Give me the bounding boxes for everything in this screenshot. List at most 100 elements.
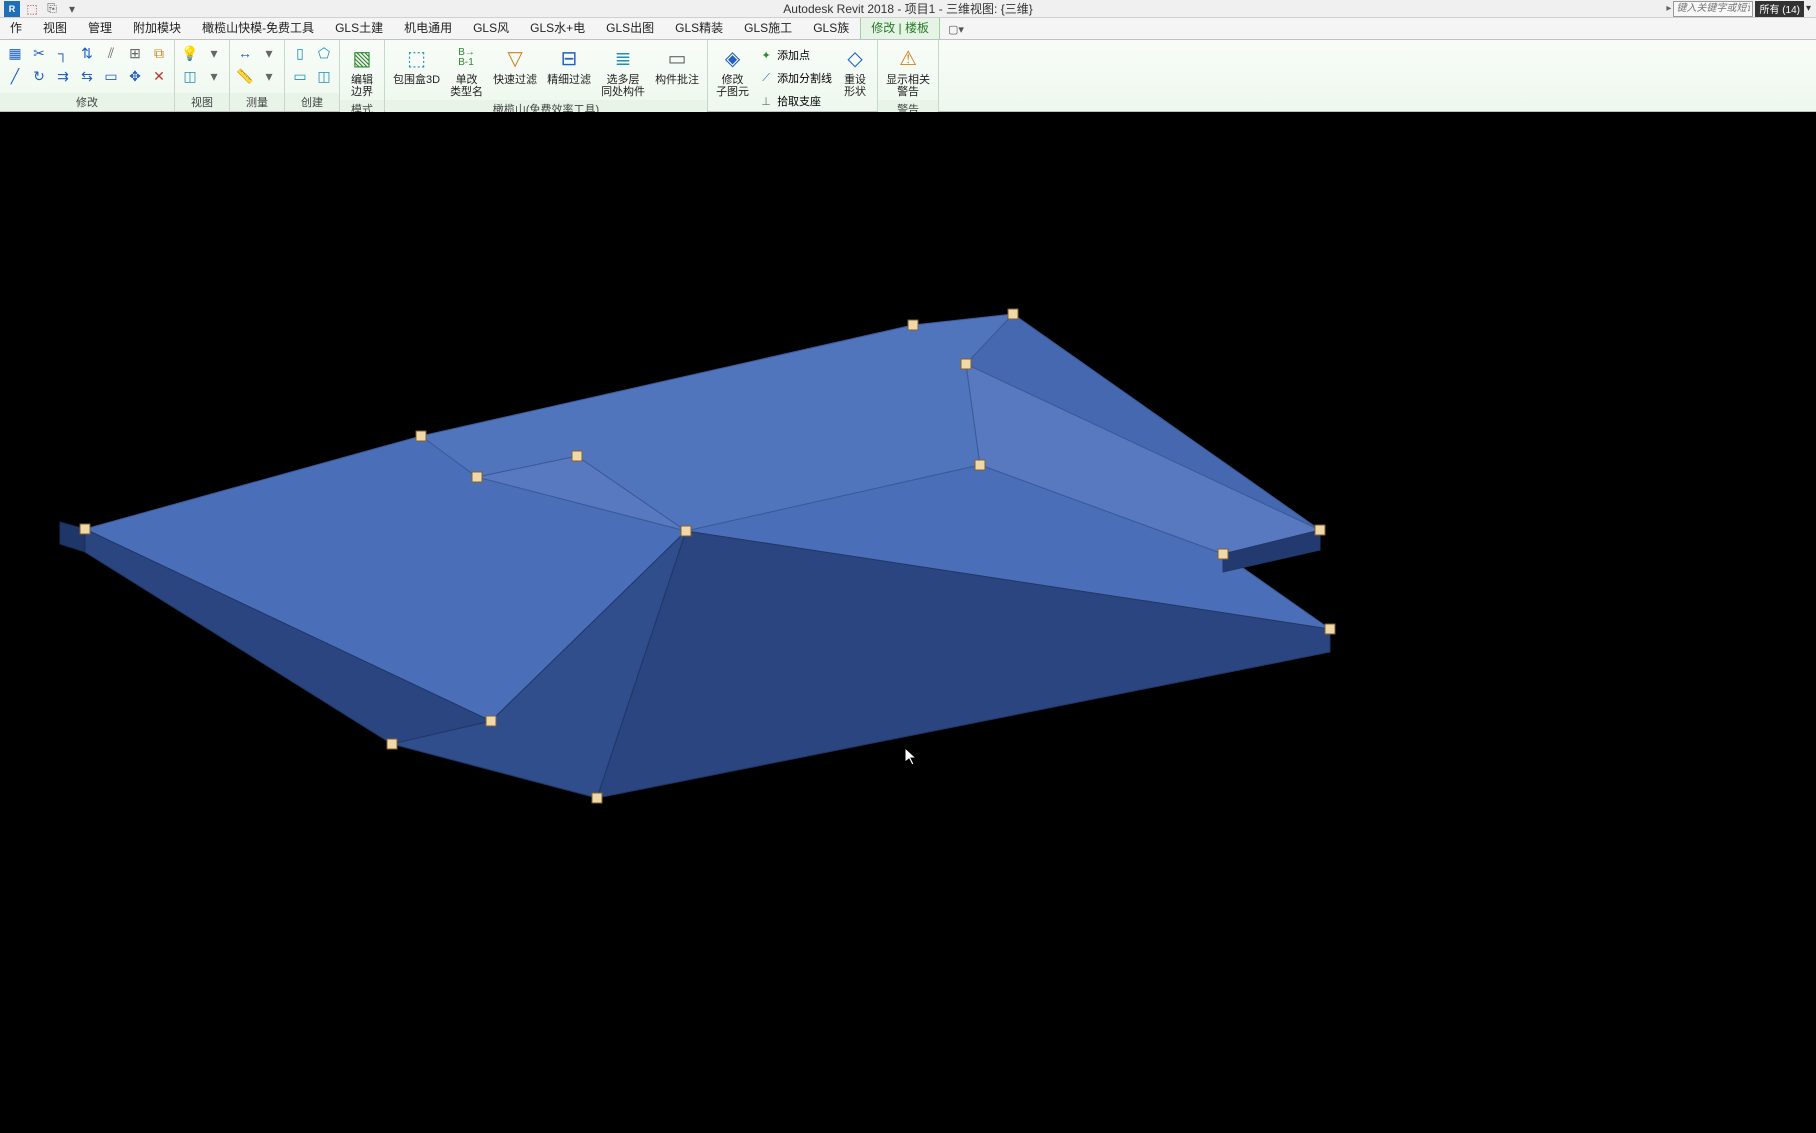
pick-support-button[interactable]: ⊥ 拾取支座 (755, 90, 835, 112)
3d-viewport[interactable] (0, 112, 1816, 1133)
view-bulb-icon[interactable]: 💡 (179, 42, 201, 64)
tab-modify-floor[interactable]: 修改 | 楼板 (860, 15, 940, 39)
tab-gls-hvac[interactable]: GLS风 (463, 16, 520, 39)
tool-hatch-icon[interactable]: ▦ (4, 42, 26, 64)
add-split-button[interactable]: ⟋ 添加分割线 (755, 67, 835, 89)
vertex-handle[interactable] (80, 524, 90, 534)
multi-layer-button[interactable]: ≣ 选多层 同处构件 (597, 42, 649, 100)
measure-dim-icon[interactable]: ↔ (234, 42, 256, 64)
tool-mirror1-icon[interactable]: ⇅ (76, 42, 98, 64)
tool-offset-icon[interactable]: ⇉ (52, 65, 74, 87)
bbox3d-button[interactable]: ⬚ 包围盒3D (389, 42, 444, 88)
filter-badge[interactable]: 所有 (14) (1755, 1, 1804, 17)
vertex-handle[interactable] (387, 739, 397, 749)
vertex-handle[interactable] (1218, 549, 1228, 559)
titlebar-right: ▸ 所有 (14) ▾ (1666, 1, 1816, 17)
vertex-handle[interactable] (486, 716, 496, 726)
add-point-label: 添加点 (777, 47, 810, 63)
reset-shape-button[interactable]: ◇ 重设 形状 (837, 42, 873, 100)
fine-filter-icon: ⊟ (555, 44, 583, 72)
tab-gls-civil[interactable]: GLS土建 (325, 16, 394, 39)
vertex-handle[interactable] (681, 526, 691, 536)
tab-ganlanshan[interactable]: 橄榄山快模-免费工具 (192, 16, 325, 39)
window-title: Autodesk Revit 2018 - 项目1 - 三维视图: {三维} (783, 0, 1032, 17)
multi-layer-label: 选多层 同处构件 (601, 74, 645, 98)
edit-sub-label: 修改 子图元 (716, 74, 749, 98)
edit-boundary-icon: ▧ (348, 44, 376, 72)
measure-d1-icon[interactable]: ▾ (258, 42, 280, 64)
measure-d2-icon[interactable]: ▾ (258, 65, 280, 87)
tab-gls-plumbing[interactable]: GLS水+电 (520, 16, 596, 39)
tool-delete-icon[interactable]: ✕ (148, 65, 170, 87)
tab-addins[interactable]: 附加模块 (123, 16, 192, 39)
edit-boundary-button[interactable]: ▧ 编辑 边界 (344, 42, 380, 100)
view-cube-icon[interactable]: ◫ (179, 65, 201, 87)
add-split-icon: ⟋ (758, 70, 774, 86)
revit-logo-icon[interactable]: R (4, 1, 20, 17)
titlebar: R ⬚ ⎘ ▾ Autodesk Revit 2018 - 项目1 - 三维视图… (0, 0, 1816, 18)
ribbon-group-ganlanshan: ⬚ 包围盒3D B→B-1 单改 类型名 ▽ 快速过滤 ⊟ 精细过滤 ≣ 选多层… (385, 40, 708, 111)
tool-copy-icon[interactable]: ⧉ (148, 42, 170, 64)
vertex-handle[interactable] (908, 320, 918, 330)
qat-dropdown-icon[interactable]: ▾ (64, 1, 80, 17)
tab-overflow-icon[interactable]: ▢▾ (940, 20, 972, 39)
qat-icon-1[interactable]: ⬚ (24, 1, 40, 17)
tab-mep-common[interactable]: 机电通用 (394, 16, 463, 39)
view-dropdown1-icon[interactable]: ▾ (203, 42, 225, 64)
vertex-handle[interactable] (592, 793, 602, 803)
vertex-handle[interactable] (1008, 309, 1018, 319)
edit-sub-button[interactable]: ◈ 修改 子图元 (712, 42, 753, 100)
tool-grid-icon[interactable]: ⊞ (124, 42, 146, 64)
vertex-handle[interactable] (961, 359, 971, 369)
ribbon-group-label-measure: 测量 (230, 93, 284, 111)
tab-gls-decor[interactable]: GLS精装 (665, 16, 734, 39)
qat-icon-2[interactable]: ⎘ (44, 1, 60, 17)
rename-type-button[interactable]: B→B-1 单改 类型名 (446, 42, 487, 100)
ribbon: ▦ ✂ ┐ ⇅ ⫽ ⊞ ⧉ ╱ ↻ ⇉ ⇆ ▭ ✥ ✕ (0, 40, 1816, 112)
search-input[interactable] (1673, 1, 1753, 17)
vertex-handle[interactable] (416, 431, 426, 441)
tab-manage[interactable]: 管理 (78, 16, 123, 39)
vertex-handle[interactable] (472, 472, 482, 482)
titlebar-left: R ⬚ ⎘ ▾ (0, 1, 80, 17)
tab-gls-drawing[interactable]: GLS出图 (596, 16, 665, 39)
reset-shape-icon: ◇ (841, 44, 869, 72)
view-dropdown2-icon[interactable]: ▾ (203, 65, 225, 87)
vertex-handle[interactable] (1315, 525, 1325, 535)
tool-array-icon[interactable]: ▭ (100, 65, 122, 87)
tab-view[interactable]: 视图 (33, 16, 78, 39)
fine-filter-label: 精细过滤 (547, 74, 591, 86)
create-roof-icon[interactable]: ⬠ (313, 42, 335, 64)
tool-mirror2-icon[interactable]: ⇆ (76, 65, 98, 87)
warning-icon: ⚠ (894, 44, 922, 72)
tab-gls-construction[interactable]: GLS施工 (734, 16, 803, 39)
tool-rotate-icon[interactable]: ↻ (28, 65, 50, 87)
ribbon-group-create: ▯ ▭ ⬠ ◫ 创建 (285, 40, 340, 111)
vertex-handle[interactable] (572, 451, 582, 461)
create-comp-icon[interactable]: ◫ (313, 65, 335, 87)
tool-cut-icon[interactable]: ✂ (28, 42, 50, 64)
tool-align-icon[interactable]: ⫽ (100, 42, 122, 64)
quick-filter-label: 快速过滤 (493, 74, 537, 86)
tool-line1-icon[interactable]: ╱ (4, 65, 26, 87)
pick-support-icon: ⊥ (758, 93, 774, 109)
quick-filter-icon: ▽ (501, 44, 529, 72)
show-warning-button[interactable]: ⚠ 显示相关 警告 (882, 42, 934, 100)
quick-filter-button[interactable]: ▽ 快速过滤 (489, 42, 541, 88)
search-arrow-icon: ▸ (1666, 3, 1671, 14)
ribbon-group-label-view: 视图 (175, 93, 229, 111)
add-point-button[interactable]: ✦ 添加点 (755, 44, 835, 66)
create-floor-icon[interactable]: ▭ (289, 65, 311, 87)
annotate-label: 构件批注 (655, 74, 699, 86)
tab-gls-family[interactable]: GLS族 (803, 16, 860, 39)
annotate-button[interactable]: ▭ 构件批注 (651, 42, 703, 88)
fine-filter-button[interactable]: ⊟ 精细过滤 (543, 42, 595, 88)
create-wall-icon[interactable]: ▯ (289, 42, 311, 64)
tab-create[interactable]: 作 (0, 16, 33, 39)
tool-corner-icon[interactable]: ┐ (52, 42, 74, 64)
tool-move-icon[interactable]: ✥ (124, 65, 146, 87)
vertex-handle[interactable] (1325, 624, 1335, 634)
measure-tape-icon[interactable]: 📏 (234, 65, 256, 87)
filter-dropdown-icon[interactable]: ▾ (1806, 3, 1816, 14)
vertex-handle[interactable] (975, 460, 985, 470)
